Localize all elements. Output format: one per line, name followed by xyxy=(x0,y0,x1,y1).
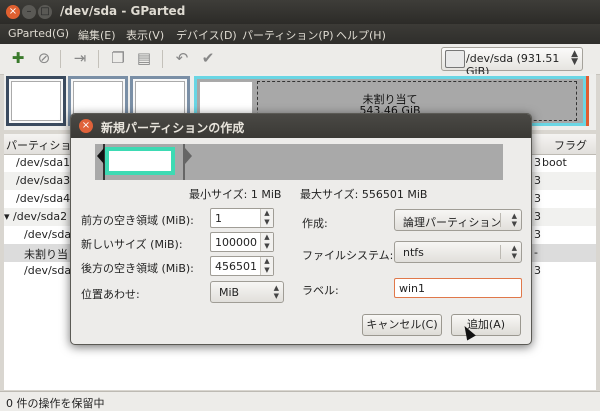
free-after-value: 456501 xyxy=(215,260,257,273)
spin-arrows-icon[interactable]: ▲ ▼ xyxy=(260,257,273,275)
menu-help[interactable]: ヘルプ(H) xyxy=(336,27,386,43)
spin-arrows-icon[interactable]: ▲ ▼ xyxy=(260,209,273,227)
toolbar-separator xyxy=(162,50,163,68)
toolbar-separator xyxy=(98,50,99,68)
free-before-value: 1 xyxy=(215,212,222,225)
row-extra: - xyxy=(534,246,538,259)
resize-bar[interactable] xyxy=(95,144,503,180)
copy-icon[interactable]: ❐ xyxy=(108,48,128,68)
align-value: MiB xyxy=(219,286,240,299)
chevron-updown-icon: ▲ ▼ xyxy=(571,49,578,67)
partition-block[interactable] xyxy=(6,76,66,126)
dialog-titlebar: × 新規パーティションの作成 xyxy=(71,114,531,138)
add-button[interactable]: 追加(A) xyxy=(451,314,521,336)
status-text: 0 件の操作を保留中 xyxy=(6,397,105,410)
label-label: ラベル: xyxy=(302,284,339,297)
combo-separator xyxy=(500,213,501,227)
new-partition-icon[interactable]: ✚ xyxy=(8,48,28,68)
chevron-updown-icon: ▲ ▼ xyxy=(511,212,517,228)
row-name: /dev/sda xyxy=(24,264,72,277)
new-size-field[interactable]: 100000 ▲ ▼ xyxy=(210,232,274,252)
delete-icon[interactable]: ⊘ xyxy=(34,48,54,68)
window-titlebar: × – □ /dev/sda - GParted xyxy=(0,0,600,24)
spin-arrows-icon[interactable]: ▲ ▼ xyxy=(260,233,273,251)
chevron-updown-icon: ▲ ▼ xyxy=(273,284,279,300)
column-flags[interactable]: フラグ xyxy=(554,137,587,153)
toolbar: ✚ ⊘ ⇥ ❐ ▤ ↶ ✔ /dev/sda (931.51 GiB) ▲ ▼ xyxy=(0,44,600,78)
row-extra: 3 xyxy=(534,192,541,205)
menu-partition[interactable]: パーティション(P) xyxy=(242,27,334,43)
free-after-field[interactable]: 456501 ▲ ▼ xyxy=(210,256,274,276)
filesystem-label: ファイルシステム: xyxy=(302,249,394,262)
toolbar-separator xyxy=(60,50,61,68)
close-icon[interactable]: × xyxy=(79,119,93,133)
dialog-title: 新規パーティションの作成 xyxy=(101,121,245,135)
row-name: 未割り当 xyxy=(24,248,68,261)
menu-edit[interactable]: 編集(E) xyxy=(78,27,116,43)
row-extra: 3 xyxy=(534,174,541,187)
row-extra: 3 xyxy=(534,264,541,277)
create-as-select[interactable]: 論理パーティション ▲ ▼ xyxy=(394,209,522,231)
cancel-button[interactable]: キャンセル(C) xyxy=(362,314,442,336)
window-minimize-icon[interactable]: – xyxy=(22,5,36,19)
row-name: /dev/sda1 xyxy=(16,156,71,169)
create-as-label: 作成: xyxy=(302,217,328,230)
free-after-label: 後方の空き領域 (MiB): xyxy=(81,262,194,275)
window-title: /dev/sda - GParted xyxy=(60,4,186,18)
new-size-value: 100000 xyxy=(215,236,257,249)
window-maximize-icon[interactable]: □ xyxy=(38,5,52,19)
row-name: /dev/sda3 xyxy=(16,174,71,187)
align-label: 位置あわせ: xyxy=(81,288,140,301)
resize-move-icon[interactable]: ⇥ xyxy=(70,48,90,68)
resize-left-handle[interactable] xyxy=(97,148,104,164)
create-partition-dialog: × 新規パーティションの作成 最小サイズ: 1 MiB 最大サイズ: 55650… xyxy=(70,113,532,345)
create-as-value: 論理パーティション xyxy=(403,216,502,229)
row-flags: boot xyxy=(542,156,567,169)
hard-disk-icon xyxy=(445,50,465,68)
new-partition-extent[interactable] xyxy=(105,147,175,175)
device-selector[interactable]: /dev/sda (931.51 GiB) ▲ ▼ xyxy=(441,47,583,78)
resize-right-handle[interactable] xyxy=(185,148,192,164)
filesystem-select[interactable]: ntfs ▲ ▼ xyxy=(394,241,522,263)
row-name: /dev/sda4 xyxy=(16,192,71,205)
free-before-field[interactable]: 1 ▲ ▼ xyxy=(210,208,274,228)
filesystem-value: ntfs xyxy=(403,246,424,259)
row-extra: 3 xyxy=(534,210,541,223)
menu-view[interactable]: 表示(V) xyxy=(126,27,164,43)
window-close-icon[interactable]: × xyxy=(6,5,20,19)
align-select[interactable]: MiB ▲ ▼ xyxy=(210,281,284,303)
partition-boundary xyxy=(586,76,589,126)
chevron-updown-icon: ▲ ▼ xyxy=(511,244,517,260)
apply-icon[interactable]: ✔ xyxy=(198,48,218,68)
status-bar: 0 件の操作を保留中 xyxy=(0,391,600,411)
menu-bar: GParted(G) 編集(E) 表示(V) デバイス(D) パーティション(P… xyxy=(0,24,600,44)
max-size-label: 最大サイズ: 556501 MiB xyxy=(300,188,428,201)
undo-icon[interactable]: ↶ xyxy=(172,48,192,68)
min-size-label: 最小サイズ: 1 MiB xyxy=(189,188,282,201)
label-value: win1 xyxy=(399,282,426,295)
row-extra: 3 xyxy=(534,156,541,169)
paste-icon[interactable]: ▤ xyxy=(134,48,154,68)
row-extra: 3 xyxy=(534,228,541,241)
row-name: /dev/sda xyxy=(24,228,72,241)
label-input[interactable]: win1 xyxy=(394,278,522,298)
new-size-label: 新しいサイズ (MiB): xyxy=(81,238,183,251)
row-name: ▾ /dev/sda2 xyxy=(4,210,68,223)
combo-separator xyxy=(500,245,501,259)
menu-device[interactable]: デバイス(D) xyxy=(176,27,237,43)
menu-gparted[interactable]: GParted(G) xyxy=(8,27,69,40)
free-before-label: 前方の空き領域 (MiB): xyxy=(81,214,194,227)
